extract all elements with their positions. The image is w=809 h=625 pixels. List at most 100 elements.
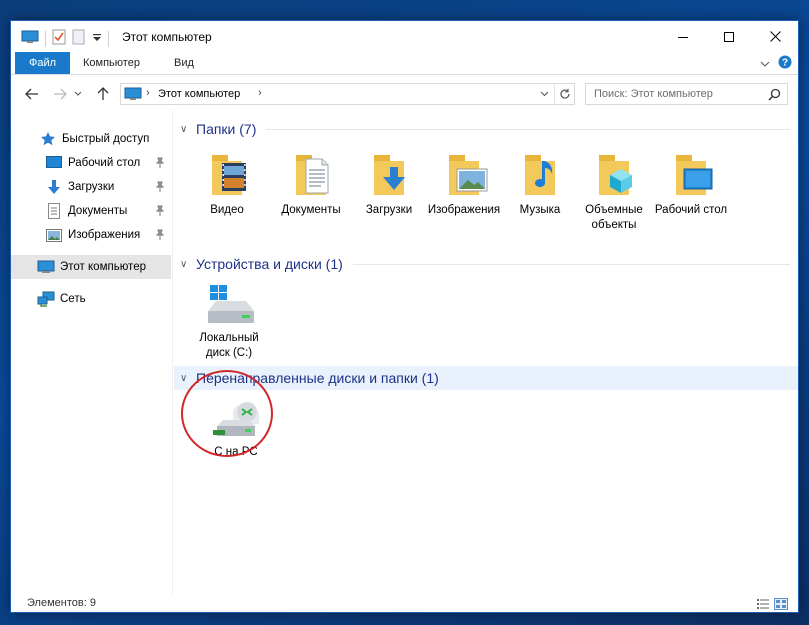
- minimize-button[interactable]: [660, 21, 706, 52]
- navigation-pane: Быстрый доступ Рабочий стол Загрузки Док…: [11, 111, 173, 594]
- sidebar-item-quick-access[interactable]: Быстрый доступ: [11, 127, 171, 151]
- sidebar-item-label: Быстрый доступ: [62, 133, 150, 145]
- redirected-drive-icon: [209, 396, 263, 443]
- details-view-icon[interactable]: [756, 598, 770, 613]
- sidebar-item-documents[interactable]: Документы: [11, 199, 171, 223]
- sidebar-item-label: Загрузки: [68, 181, 115, 193]
- 3d-objects-folder-icon: [587, 151, 641, 201]
- new-folder-icon[interactable]: [72, 29, 86, 48]
- sidebar-item-downloads[interactable]: Загрузки: [11, 175, 171, 199]
- folder-documents[interactable]: Документы: [274, 151, 348, 218]
- breadcrumb[interactable]: Этот компьютер: [158, 88, 240, 100]
- pin-icon[interactable]: [155, 205, 165, 219]
- desktop-folder-icon: [664, 151, 718, 201]
- search-icon: [768, 88, 781, 101]
- computer-icon[interactable]: [21, 30, 39, 47]
- group-devices-drives[interactable]: ∨ Устройства и диски (1): [174, 252, 798, 276]
- sidebar-item-label: Этот компьютер: [60, 261, 146, 273]
- tile-label: Объемные объекты: [585, 204, 643, 231]
- content-pane: ∨ Папки (7) Видео Документы Загрузки Изо…: [174, 111, 800, 594]
- computer-icon: [37, 259, 55, 275]
- pin-icon[interactable]: [155, 157, 165, 171]
- search-input[interactable]: Поиск: Этот компьютер: [585, 83, 788, 105]
- explorer-window: Этот компьютер Файл Компьютер Вид ? › Эт…: [10, 20, 799, 613]
- group-title: Устройства и диски (1): [196, 256, 343, 272]
- documents-folder-icon: [284, 151, 338, 201]
- maximize-button[interactable]: [706, 21, 752, 52]
- music-folder-icon: [513, 151, 567, 201]
- help-icon[interactable]: ?: [778, 55, 792, 72]
- sidebar-item-this-pc[interactable]: Этот компьютер: [11, 255, 171, 279]
- expand-ribbon-icon[interactable]: [760, 57, 770, 71]
- folder-music[interactable]: Музыка: [503, 151, 577, 218]
- group-title: Перенаправленные диски и папки (1): [196, 370, 439, 386]
- close-button[interactable]: [752, 21, 798, 52]
- chevron-down-icon[interactable]: ∨: [180, 373, 194, 384]
- refresh-button[interactable]: [554, 84, 574, 104]
- chevron-down-icon[interactable]: ∨: [180, 124, 194, 135]
- window-title: Этот компьютер: [122, 30, 212, 44]
- folder-3d-objects[interactable]: Объемные объекты: [577, 151, 651, 233]
- group-folders[interactable]: ∨ Папки (7): [174, 117, 798, 141]
- customize-qat-icon[interactable]: [92, 32, 102, 46]
- sidebar-item-label: Документы: [68, 205, 128, 217]
- tile-label: Видео: [210, 204, 244, 216]
- item-count: Элементов: 9: [27, 597, 96, 609]
- ribbon-tabs: Файл Компьютер Вид ?: [11, 52, 798, 75]
- video-folder-icon: [200, 151, 254, 201]
- tile-label: Локальный диск (C:): [199, 332, 259, 359]
- tile-label: Изображения: [427, 204, 501, 216]
- tile-label: Документы: [281, 204, 341, 216]
- back-button[interactable]: [23, 85, 41, 103]
- group-redirected-drives[interactable]: ∨ Перенаправленные диски и папки (1): [174, 366, 798, 390]
- download-icon: [45, 179, 63, 195]
- local-disk-icon: [202, 283, 256, 329]
- search-placeholder: Поиск: Этот компьютер: [594, 88, 713, 100]
- address-bar[interactable]: › Этот компьютер ›: [120, 83, 575, 105]
- sidebar-item-pictures[interactable]: Изображения: [11, 223, 171, 247]
- sidebar-item-network[interactable]: Сеть: [11, 287, 171, 311]
- tile-label: Рабочий стол: [654, 204, 728, 216]
- image-icon: [45, 227, 63, 243]
- downloads-folder-icon: [362, 151, 416, 201]
- address-dropdown-button[interactable]: [536, 84, 552, 104]
- large-icons-view-icon[interactable]: [774, 598, 788, 613]
- quick-access-toolbar: [21, 29, 109, 48]
- computer-icon: [124, 87, 142, 104]
- tile-label: Загрузки: [365, 204, 413, 216]
- pin-icon[interactable]: [155, 181, 165, 195]
- address-row: › Этот компьютер › Поиск: Этот компьютер: [11, 76, 798, 111]
- folder-pictures[interactable]: Изображения: [427, 151, 501, 218]
- folder-video[interactable]: Видео: [190, 151, 264, 218]
- pictures-folder-icon: [437, 151, 491, 201]
- tab-view[interactable]: Вид: [161, 52, 207, 74]
- sidebar-item-label: Рабочий стол: [68, 157, 141, 169]
- status-bar: Элементов: 9: [11, 594, 798, 614]
- folder-desktop[interactable]: Рабочий стол: [654, 151, 728, 218]
- folder-downloads[interactable]: Загрузки: [352, 151, 426, 218]
- svg-text:?: ?: [782, 58, 788, 69]
- chevron-right-icon[interactable]: ›: [146, 87, 150, 99]
- pin-icon[interactable]: [155, 229, 165, 243]
- up-button[interactable]: [94, 85, 112, 103]
- tile-label: Музыка: [519, 204, 561, 216]
- tab-file[interactable]: Файл: [15, 52, 70, 74]
- tab-computer[interactable]: Компьютер: [70, 52, 153, 74]
- desktop-icon: [45, 155, 63, 171]
- group-title: Папки (7): [196, 121, 257, 137]
- sidebar-item-desktop[interactable]: Рабочий стол: [11, 151, 171, 175]
- tile-label: C на PC: [214, 446, 258, 458]
- title-bar: Этот компьютер: [11, 21, 798, 52]
- forward-button[interactable]: [51, 85, 69, 103]
- chevron-down-icon[interactable]: ∨: [180, 259, 194, 270]
- chevron-right-icon[interactable]: ›: [258, 87, 262, 99]
- sidebar-item-label: Сеть: [60, 293, 86, 305]
- sidebar-item-label: Изображения: [68, 229, 141, 241]
- drive-redirected-c[interactable]: C на PC: [199, 396, 273, 460]
- star-icon: [39, 131, 57, 147]
- network-icon: [37, 291, 55, 307]
- properties-icon[interactable]: [52, 29, 66, 48]
- drive-local-c[interactable]: Локальный диск (C:): [192, 283, 266, 361]
- document-icon: [45, 203, 63, 219]
- recent-locations-button[interactable]: [72, 85, 84, 103]
